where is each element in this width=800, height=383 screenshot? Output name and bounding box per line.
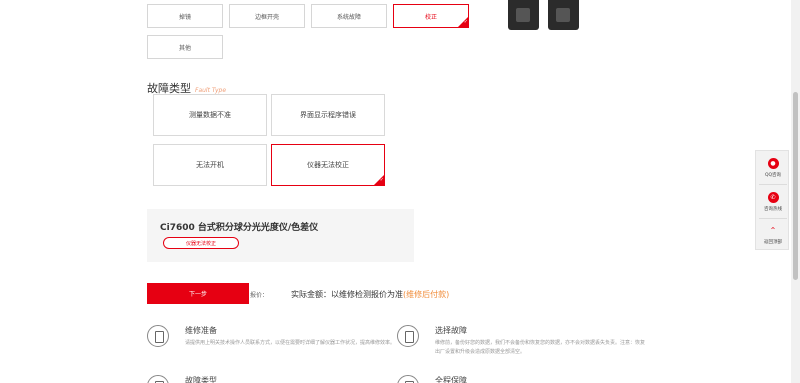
qq-consult-button[interactable]: ● QQ咨询 (756, 151, 790, 184)
option-label: 掉镜 (178, 13, 191, 21)
option-button[interactable]: 边框开壳 (229, 4, 305, 28)
next-step-button[interactable]: 下一步 (147, 283, 249, 304)
check-corner-icon (374, 175, 384, 185)
section-subtitle: Fault Type (195, 87, 227, 94)
fault-card[interactable]: 界面显示程序错误 (271, 94, 385, 136)
option-button[interactable]: 其他 (147, 35, 223, 59)
order-summary: Ci7600 台式积分球分光光度仪/色差仪 仪器无法校正 (147, 209, 414, 262)
fault-card-label: 无法开机 (196, 161, 224, 169)
option-label: 校正 (424, 13, 437, 21)
fault-card-label: 界面显示程序错误 (300, 111, 356, 119)
info-title: 故障类型 (185, 376, 217, 383)
option-label: 其他 (178, 44, 191, 52)
fault-card-label: 测量数据不准 (189, 111, 231, 119)
document-icon (147, 325, 169, 347)
scrollbar-thumb[interactable] (793, 92, 798, 280)
fault-card[interactable]: 测量数据不准 (153, 94, 267, 136)
info-desc: 请提供用上明关技术操作人员联系方式，以便在需要时详细了解仪器工作状况，提高维修效… (185, 340, 396, 346)
price-amount-text: 实际金额：以维修检测报价为准 (291, 290, 403, 299)
info-title: 全程保障 (435, 376, 467, 383)
info-title: 维修准备 (185, 326, 217, 335)
product-thumbnail[interactable] (548, 0, 579, 30)
price-note: (维修后付款) (403, 290, 450, 299)
info-desc: 维修前，备份好您的数据，我们不会备份和恢复您的数据，亦不会对数据丢失负责。注意：… (435, 340, 646, 355)
fault-card[interactable]: 无法开机 (153, 144, 267, 186)
fault-card-label: 仪器无法校正 (307, 161, 349, 169)
float-label: QQ咨询 (764, 172, 782, 178)
check-corner-icon (458, 17, 468, 27)
price-label: 报价： (250, 292, 269, 299)
option-label: 系统故障 (336, 13, 361, 21)
phone-icon: ✆ (767, 191, 779, 203)
hotline-button[interactable]: ✆ 咨询热线 (756, 185, 790, 218)
floating-contact-bar: ● QQ咨询 ✆ 咨询热线 ⌃ 返回顶部 (755, 150, 789, 250)
product-name: Ci7600 台式积分球分光光度仪/色差仪 (160, 223, 319, 233)
fault-type-icon (147, 375, 169, 383)
option-button[interactable]: 掉镜 (147, 4, 223, 28)
arrow-up-icon: ⌃ (769, 225, 777, 235)
option-label: 边框开壳 (254, 13, 279, 21)
checklist-icon (397, 325, 419, 347)
repair-page: 掉镜 边框开壳 系统故障 校正 其他 故障类型 Fault Type 测量数据不准… (0, 0, 800, 383)
back-to-top-button[interactable]: ⌃ 返回顶部 (756, 218, 790, 251)
option-button[interactable]: 系统故障 (311, 4, 387, 28)
price-amount: 实际金额：以维修检测报价为准(维修后付款) (291, 289, 449, 300)
shield-icon (397, 375, 419, 383)
float-label: 咨询热线 (764, 206, 782, 212)
fault-card-selected[interactable]: 仪器无法校正 (271, 144, 385, 186)
qq-icon: ● (767, 157, 779, 169)
product-thumbnail[interactable] (508, 0, 539, 30)
selected-fault-tag: 仪器无法校正 (163, 237, 239, 249)
float-label: 返回顶部 (764, 239, 782, 245)
option-button-selected[interactable]: 校正 (393, 4, 469, 28)
info-title: 选择故障 (435, 326, 467, 335)
